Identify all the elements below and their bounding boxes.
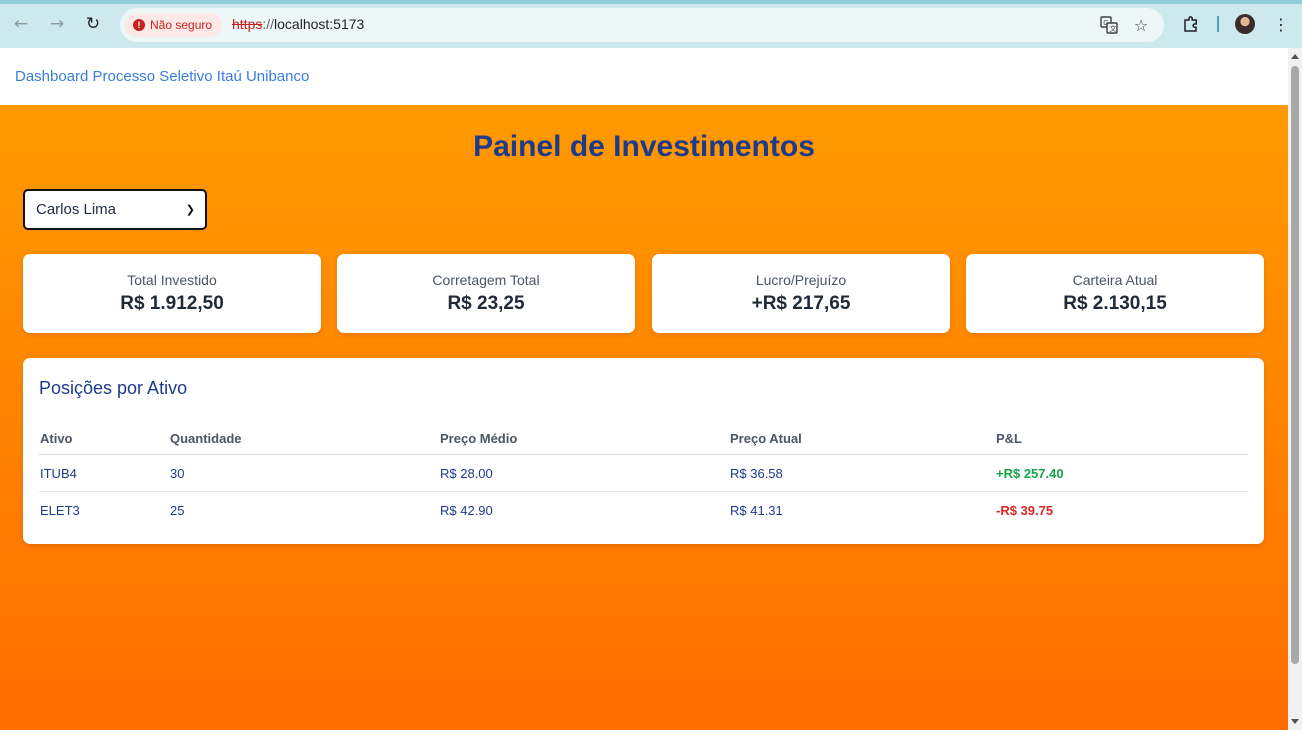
url-text[interactable]: https://localhost:5173 [232,16,364,32]
scroll-down-icon[interactable] [1291,719,1299,724]
page-viewport: Dashboard Processo Seletivo Itaú Unibanc… [0,48,1288,730]
page-scrollbar[interactable] [1288,48,1302,730]
not-secure-icon: ! [133,19,145,31]
asset-cell: ELET3 [40,503,80,518]
chevron-down-icon: ❯ [185,204,195,216]
current-price-cell: R$ 36.58 [730,465,783,481]
column-header: Preço Médio [440,430,518,446]
client-select[interactable]: Carlos Lima ❯ [23,189,207,230]
main-content: Painel de Investimentos Carlos Lima ❯ To… [0,105,1288,730]
card-label: Corretagem Total [432,272,540,288]
quantity-cell: 30 [170,465,185,481]
url-separator: :// [262,16,275,32]
card-label: Total Investido [127,272,217,288]
positions-panel: Posições por Ativo Ativo Quantidade Preç… [23,358,1264,544]
pnl-cell: +R$ 257.40 [996,465,1064,481]
tab-strip-edge [0,0,1302,4]
card-value: R$ 23,25 [447,293,525,314]
avg-price-cell: R$ 42.90 [440,503,493,518]
scrollbar-thumb[interactable] [1291,66,1299,664]
column-header: Ativo [40,430,73,446]
translate-icon[interactable]: G文 [1098,14,1120,36]
table-row: ELET3 25 R$ 42.90 R$ 41.31 -R$ 39.75 [39,492,1248,529]
svg-text:G: G [1103,20,1108,27]
forward-icon[interactable]: → [45,12,69,36]
asset-cell: ITUB4 [40,465,77,481]
url-host: localhost:5173 [274,16,365,32]
page-title: Painel de Investimentos [473,130,815,163]
browser-toolbar: ← → ↻ ! Não seguro https://localhost:517… [0,0,1302,48]
toolbar-divider [1217,16,1219,32]
svg-text:文: 文 [1110,24,1117,33]
security-chip[interactable]: ! Não seguro [125,13,223,37]
card-profit-loss: Lucro/Prejuízo +R$ 217,65 [652,254,950,333]
scroll-up-icon[interactable] [1291,54,1299,59]
table-row: ITUB4 30 R$ 28.00 R$ 36.58 +R$ 257.40 [39,455,1248,492]
app-header: Dashboard Processo Seletivo Itaú Unibanc… [0,48,1288,105]
brand-link[interactable]: Dashboard Processo Seletivo Itaú Unibanc… [15,68,309,85]
quantity-cell: 25 [170,503,185,518]
card-label: Carteira Atual [1072,272,1158,288]
card-current-portfolio: Carteira Atual R$ 2.130,15 [966,254,1264,333]
card-brokerage-total: Corretagem Total R$ 23,25 [337,254,635,333]
card-value: R$ 1.912,50 [120,293,224,314]
card-total-invested: Total Investido R$ 1.912,50 [23,254,321,333]
extensions-icon[interactable] [1179,12,1203,36]
column-header: Quantidade [170,430,242,446]
table-header-row: Ativo Quantidade Preço Médio Preço Atual… [39,422,1248,455]
card-value: +R$ 217,65 [751,293,851,314]
bookmark-star-icon[interactable]: ☆ [1130,14,1152,36]
column-header: Preço Atual [730,430,802,446]
client-select-value: Carlos Lima [36,201,117,218]
url-scheme: https [232,16,263,32]
profile-avatar[interactable] [1235,14,1255,34]
card-label: Lucro/Prejuízo [755,272,847,288]
positions-title: Posições por Ativo [39,378,188,398]
more-vert-icon[interactable]: ⋮ [1269,12,1293,36]
avg-price-cell: R$ 28.00 [440,465,493,481]
column-header: P&L [996,430,1022,446]
positions-table: Ativo Quantidade Preço Médio Preço Atual… [39,422,1248,529]
reload-icon[interactable]: ↻ [81,12,105,36]
back-icon[interactable]: ← [9,12,33,36]
card-value: R$ 2.130,15 [1063,293,1167,314]
security-label: Não seguro [150,18,213,32]
current-price-cell: R$ 41.31 [730,503,783,518]
pnl-cell: -R$ 39.75 [996,503,1054,518]
address-bar[interactable]: ! Não seguro https://localhost:5173 G文 ☆ [120,8,1164,42]
